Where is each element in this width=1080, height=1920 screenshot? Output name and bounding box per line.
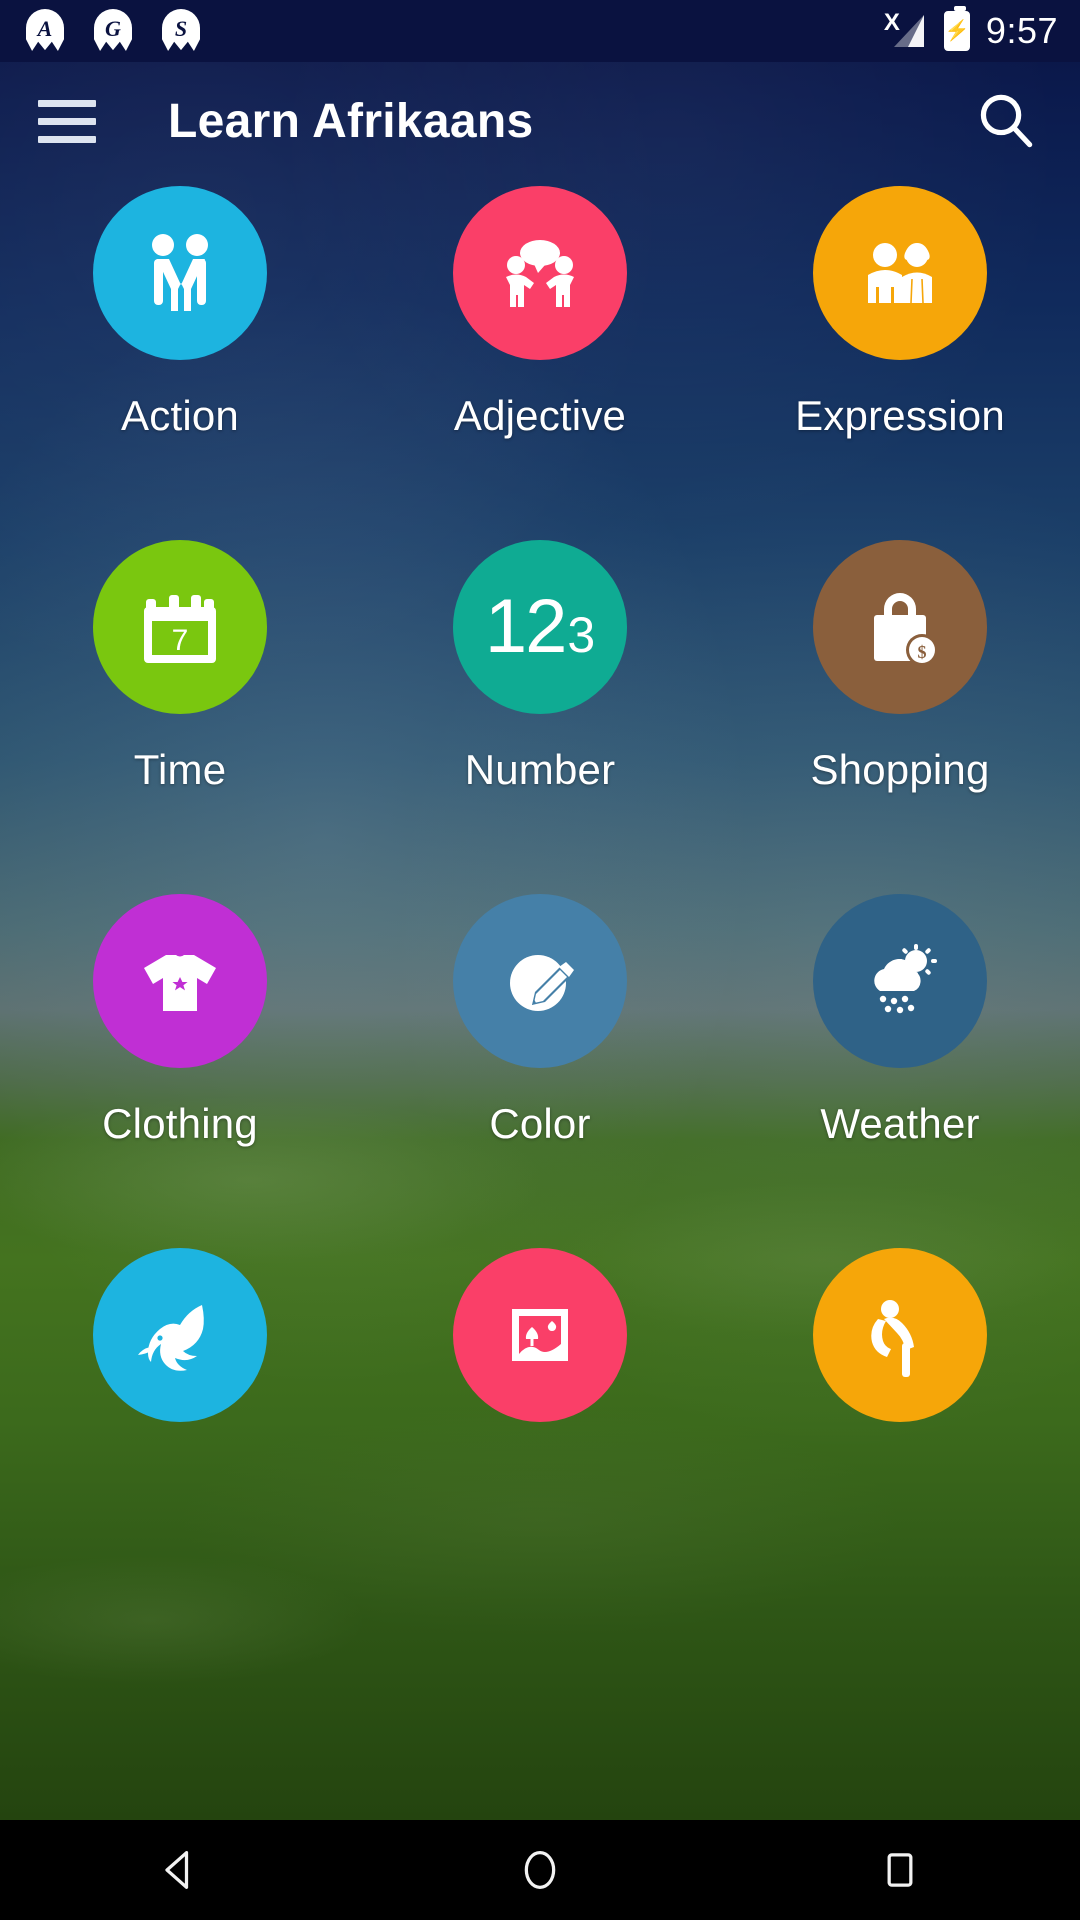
notification-badge-s-letter: S: [174, 16, 188, 41]
category-circle-weather[interactable]: [813, 894, 987, 1068]
category-label-clothing: Clothing: [102, 1100, 258, 1147]
category-circle-expression[interactable]: [813, 186, 987, 360]
category-item-clothing[interactable]: Clothing: [0, 894, 360, 1248]
status-clock: 9:57: [985, 10, 1058, 51]
category-circle-animals[interactable]: [93, 1248, 267, 1422]
back-triangle-icon[interactable]: [105, 1820, 255, 1920]
category-circle-action[interactable]: [93, 186, 267, 360]
category-item-time[interactable]: 7 Time: [0, 540, 360, 894]
phone-screen: A G S X ⚡ 9:57 Learn Afrikaans Action Ad…: [0, 0, 1080, 1920]
category-item-shopping[interactable]: $ Shopping: [720, 540, 1080, 894]
cloud-sun-rain-icon: [874, 944, 937, 1014]
people-talking-icon: [506, 240, 574, 307]
category-circle-adjective[interactable]: [453, 186, 627, 360]
landscape-picture-icon: [512, 1309, 568, 1361]
calendar-day-number: 7: [172, 624, 189, 657]
category-item-number[interactable]: 12 3 Number: [360, 540, 720, 894]
notification-badge-a-letter: A: [37, 16, 53, 41]
category-label-time: Time: [133, 746, 227, 793]
category-item-action[interactable]: Action: [0, 186, 360, 540]
signal-no-sim-icon: X: [884, 11, 928, 51]
category-item-body[interactable]: [720, 1248, 1080, 1602]
category-circle-time[interactable]: 7: [93, 540, 267, 714]
digits-123-icon: 12 3: [485, 589, 595, 665]
person-bending-icon: [871, 1300, 914, 1377]
recents-square-icon[interactable]: [825, 1820, 975, 1920]
category-item-expression[interactable]: Expression: [720, 186, 1080, 540]
battery-charging-icon: ⚡: [943, 6, 970, 51]
android-nav-bar: [0, 1820, 1080, 1920]
category-label-action: Action: [121, 392, 239, 439]
status-indicators: X ⚡ 9:57: [884, 6, 1058, 52]
shopping-bag-dollar-icon: $: [874, 593, 938, 666]
category-circle-shopping[interactable]: $: [813, 540, 987, 714]
category-circle-clothing[interactable]: [93, 894, 267, 1068]
category-item-adjective[interactable]: Adjective: [360, 186, 720, 540]
category-item-animals[interactable]: [0, 1248, 360, 1602]
notification-icons: A G S: [22, 8, 204, 54]
category-label-expression: Expression: [795, 392, 1005, 439]
dolphin-icon: [138, 1305, 204, 1371]
category-item-nature[interactable]: [360, 1248, 720, 1602]
tshirt-icon: [144, 955, 216, 1011]
signal-x-marker: X: [883, 9, 900, 36]
category-circle-body[interactable]: [813, 1248, 987, 1422]
notification-badge-g-icon: G: [90, 8, 136, 54]
palette-pencil-icon: [510, 955, 574, 1012]
dollar-sign: $: [918, 642, 927, 662]
home-circle-icon[interactable]: [465, 1820, 615, 1920]
category-grid: Action Adjective Expression 7 Time 12 3 …: [0, 180, 1080, 1820]
category-circle-nature[interactable]: [453, 1248, 627, 1422]
notification-badge-g-letter: G: [105, 16, 121, 41]
page-title: Learn Afrikaans: [168, 94, 534, 148]
couple-icon: [868, 243, 932, 304]
status-bar: A G S X ⚡ 9:57: [0, 0, 1080, 62]
handshake-icon: [152, 234, 208, 311]
category-item-weather[interactable]: Weather: [720, 894, 1080, 1248]
category-label-shopping: Shopping: [810, 746, 990, 793]
category-label-number: Number: [464, 746, 616, 793]
notification-badge-a-icon: A: [22, 8, 68, 54]
digits-small: 3: [567, 607, 596, 663]
app-bar: Learn Afrikaans: [0, 62, 1080, 180]
search-icon[interactable]: [970, 85, 1042, 157]
notification-badge-s-icon: S: [158, 8, 204, 54]
category-label-weather: Weather: [820, 1100, 980, 1147]
digits-big: 12: [484, 584, 568, 669]
category-item-color[interactable]: Color: [360, 894, 720, 1248]
hamburger-menu-icon[interactable]: [38, 93, 108, 149]
category-circle-color[interactable]: [453, 894, 627, 1068]
category-circle-number[interactable]: 12 3: [453, 540, 627, 714]
category-label-adjective: Adjective: [453, 392, 627, 439]
category-label-color: Color: [489, 1100, 591, 1147]
calendar-icon: 7: [144, 595, 216, 663]
